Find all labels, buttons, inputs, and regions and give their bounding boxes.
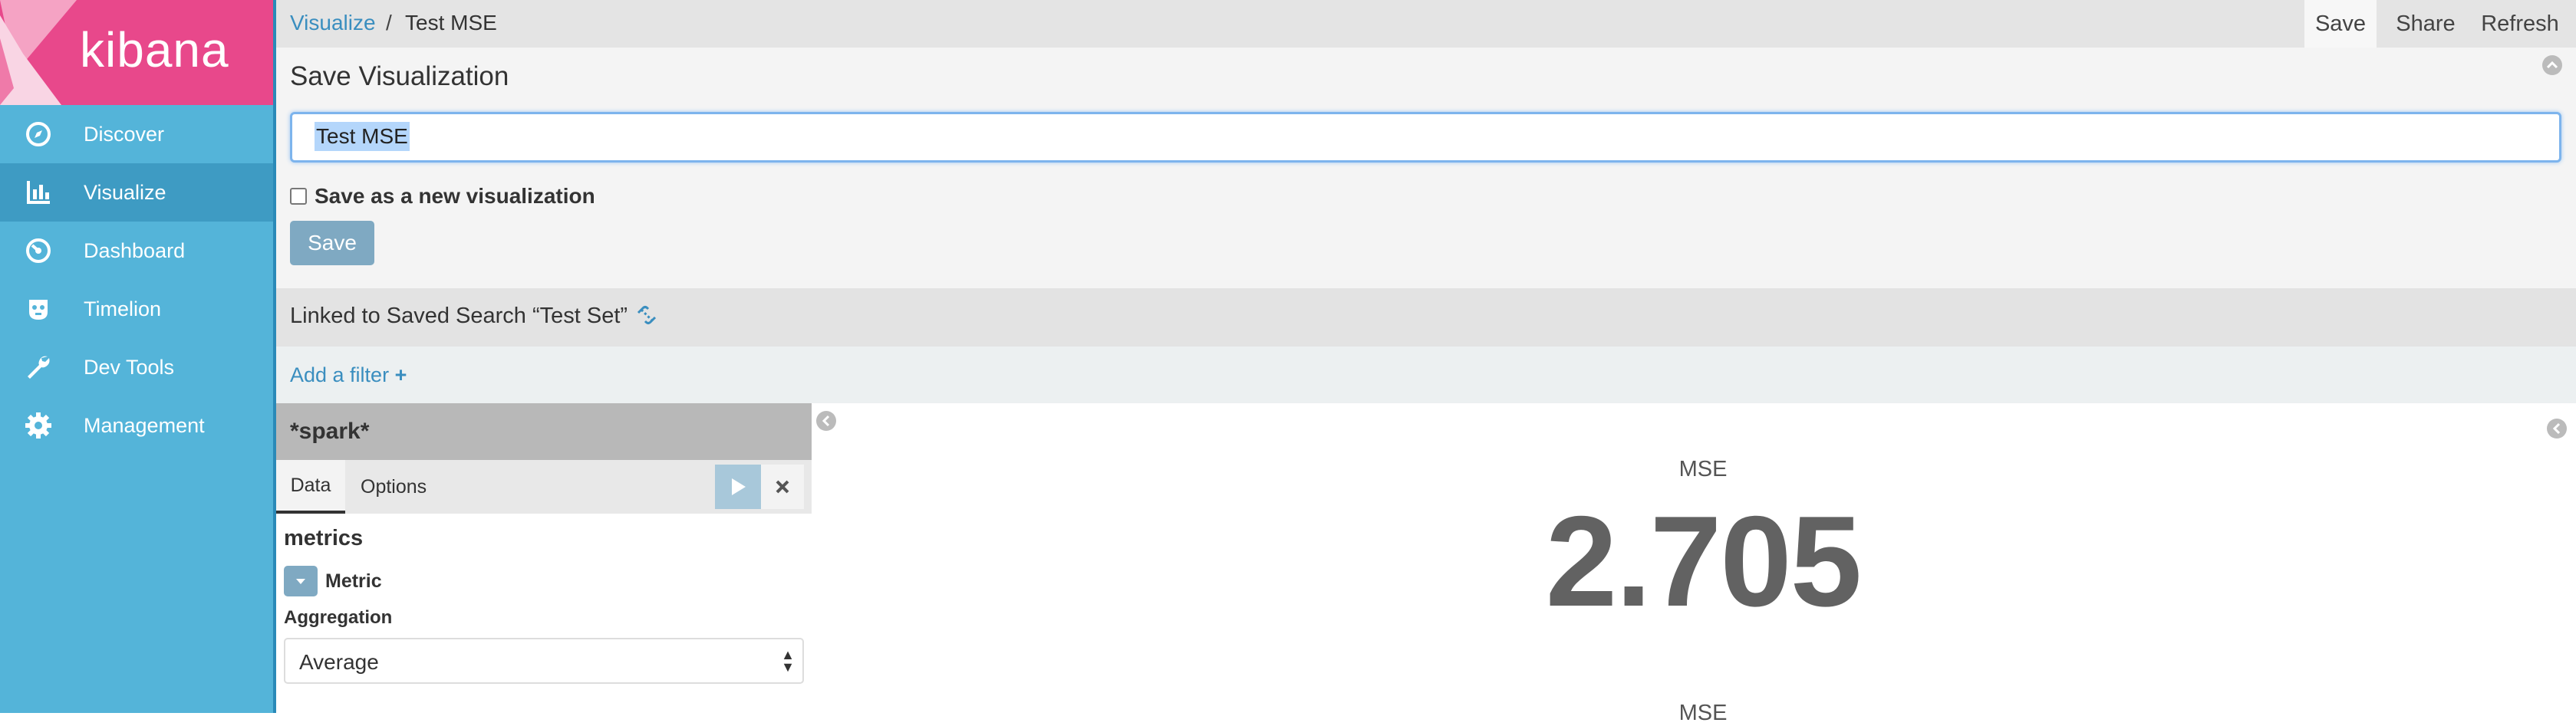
metric-caption: MSE <box>1678 457 1728 481</box>
apply-changes-button[interactable] <box>715 465 761 509</box>
sidebar-item-dev-tools[interactable]: Dev Tools <box>0 338 273 396</box>
logo-text: kibana <box>80 22 229 77</box>
sidebar-item-management[interactable]: Management <box>0 396 273 455</box>
sidebar-item-label: Discover <box>84 122 165 146</box>
metric-label[interactable]: Metric <box>325 570 382 593</box>
tab-options[interactable]: Options <box>361 460 427 514</box>
sidebar-item-label: Timelion <box>84 297 162 320</box>
sidebar-item-visualize[interactable]: Visualize <box>0 163 273 222</box>
visualization-editor: *spark* Data Options metrics Metric Aggr… <box>276 403 812 713</box>
sidebar: kibana Discover Visualize Dashboard Time… <box>0 0 273 713</box>
caret-down-icon <box>296 579 305 584</box>
collapse-panel-icon[interactable] <box>2542 55 2562 75</box>
discard-changes-button[interactable] <box>761 465 804 509</box>
metric-toggle-button[interactable] <box>284 566 318 596</box>
aggregation-select[interactable]: Average ▲ ▼ <box>284 638 804 684</box>
index-pattern-name: *spark* <box>290 419 370 444</box>
linked-search-text: Linked to Saved Search “Test Set” <box>290 304 628 328</box>
breadcrumb-separator: / <box>386 11 392 34</box>
gear-icon <box>23 410 54 441</box>
plus-icon: + <box>394 363 407 386</box>
save-menu-button[interactable]: Save <box>2304 0 2377 48</box>
select-caret-icon: ▲ ▼ <box>781 647 795 675</box>
add-filter-link[interactable]: Add a filter + <box>290 363 407 387</box>
top-nav-bar: Visualize / Test MSE Save Share Refresh <box>276 0 2576 48</box>
kibana-logo[interactable]: kibana <box>0 0 273 105</box>
compass-icon <box>23 119 54 149</box>
aggregation-label: Aggregation <box>284 607 393 628</box>
bar-chart-icon <box>23 177 54 208</box>
tab-data[interactable]: Data <box>276 460 345 514</box>
collapse-editor-icon[interactable] <box>816 411 836 431</box>
sidebar-item-label: Visualize <box>84 180 166 204</box>
kibana-logo-icon <box>0 0 77 105</box>
save-as-new-label[interactable]: Save as a new visualization <box>315 184 595 209</box>
metric-value: 2.705 <box>1545 489 1862 633</box>
index-pattern-header: *spark* <box>276 403 812 460</box>
dashboard-icon <box>23 235 54 266</box>
visualization-title-input[interactable] <box>290 112 2561 163</box>
editor-tabs: Data Options <box>276 460 812 514</box>
sidebar-item-label: Management <box>84 413 205 437</box>
sidebar-item-discover[interactable]: Discover <box>0 105 273 163</box>
timelion-icon <box>23 294 54 324</box>
wrench-icon <box>23 352 54 383</box>
filter-bar: Add a filter + <box>276 347 2576 403</box>
breadcrumb-visualize-link[interactable]: Visualize <box>290 11 376 35</box>
sidebar-item-label: Dashboard <box>84 238 186 262</box>
metric-caption-secondary: MSE <box>1678 701 1728 725</box>
metrics-section-title: metrics <box>284 526 364 550</box>
visualization-title-text: Test MSE <box>315 122 410 151</box>
aggregation-value: Average <box>299 650 379 674</box>
play-icon <box>732 478 746 495</box>
save-as-new-row: Save as a new visualization <box>290 184 595 209</box>
sidebar-item-dashboard[interactable]: Dashboard <box>0 222 273 280</box>
save-panel-title: Save Visualization <box>290 61 509 91</box>
sidebar-item-timelion[interactable]: Timelion <box>0 280 273 338</box>
linked-search-bar: Linked to Saved Search “Test Set” <box>276 288 2576 347</box>
collapse-right-icon[interactable] <box>2547 419 2567 439</box>
save-visualization-panel: Save Visualization Test MSE Save as a ne… <box>276 48 2576 288</box>
save-as-new-checkbox[interactable] <box>290 188 307 205</box>
close-icon <box>776 480 789 494</box>
add-filter-label: Add a filter <box>290 363 390 386</box>
unlink-icon[interactable] <box>634 302 660 328</box>
share-menu-button[interactable]: Share <box>2387 0 2464 48</box>
sidebar-item-label: Dev Tools <box>84 355 175 379</box>
breadcrumb-current: Test MSE <box>405 11 497 34</box>
save-button[interactable]: Save <box>290 221 374 265</box>
refresh-menu-button[interactable]: Refresh <box>2473 0 2567 48</box>
